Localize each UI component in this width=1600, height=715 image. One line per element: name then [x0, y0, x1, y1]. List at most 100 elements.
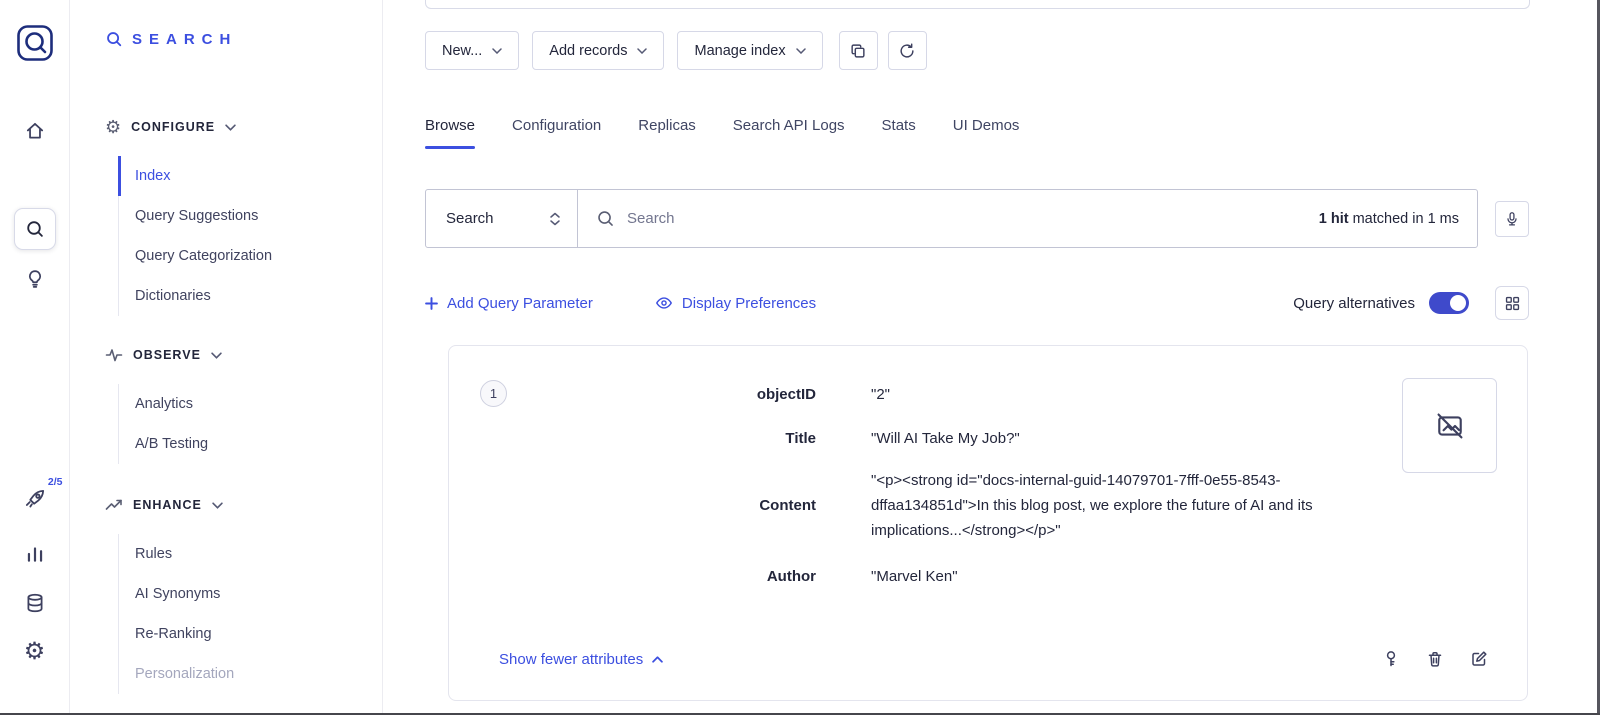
image-preview-placeholder	[1402, 378, 1497, 473]
field-value: "2"	[871, 382, 890, 407]
sidebar-item-re-ranking[interactable]: Re-Ranking	[118, 614, 382, 654]
tab-search-api-logs[interactable]: Search API Logs	[733, 101, 845, 149]
main-content: New... Add records Manage index Browse C	[383, 0, 1600, 715]
section-label: OBSERVE	[133, 348, 201, 362]
section-label: ENHANCE	[133, 498, 202, 512]
chevron-up-icon	[652, 656, 663, 663]
scrolled-panel-edge	[425, 0, 1530, 9]
observe-list: Analytics A/B Testing	[118, 384, 382, 464]
sidebar-item-personalization[interactable]: Personalization	[118, 654, 382, 694]
copy-index-button[interactable]	[839, 31, 878, 70]
query-alternatives-toggle[interactable]	[1429, 292, 1469, 314]
chevron-down-icon	[211, 352, 222, 359]
item-label: Rules	[135, 546, 172, 562]
record-field-author: Author "Marvel Ken"	[449, 564, 958, 589]
usage-badge: 2/5	[48, 476, 63, 488]
sidebar-item-ai-synonyms[interactable]: AI Synonyms	[118, 574, 382, 614]
tab-label: Configuration	[512, 117, 601, 134]
api-key-button[interactable]	[1381, 649, 1401, 669]
field-value: "Will AI Take My Job?"	[871, 426, 1020, 451]
chevron-down-icon	[492, 48, 502, 54]
search-app-brand: SEARCH	[105, 30, 237, 48]
hit-actions	[1381, 649, 1489, 669]
item-label: AI Synonyms	[135, 586, 220, 602]
hit-card: 1 objectID "2" Title "Will AI Take My Jo…	[448, 345, 1528, 701]
sidebar-item-ab-testing[interactable]: A/B Testing	[118, 424, 382, 464]
microphone-icon	[1504, 210, 1520, 228]
refresh-icon	[898, 42, 916, 60]
add-query-parameter-link[interactable]: Add Query Parameter	[425, 295, 593, 312]
search-nav-icon[interactable]	[14, 208, 56, 250]
eye-icon	[655, 294, 673, 312]
chevron-down-icon	[796, 48, 806, 54]
algolia-dashboard: { "colors": { "accent": "#3c4fe0", "togg…	[0, 0, 1600, 715]
section-observe[interactable]: OBSERVE	[105, 346, 222, 364]
item-label: Dictionaries	[135, 288, 211, 304]
home-icon[interactable]	[24, 120, 46, 142]
settings-gear-icon[interactable]: ⚙	[24, 640, 46, 664]
index-toolbar: New... Add records Manage index	[425, 31, 927, 70]
algolia-logo[interactable]	[16, 24, 54, 62]
tab-label: UI Demos	[953, 117, 1020, 134]
refresh-button[interactable]	[888, 31, 927, 70]
new-button[interactable]: New...	[425, 31, 519, 70]
edit-hit-button[interactable]	[1469, 649, 1489, 669]
chevron-down-icon	[212, 502, 223, 509]
search-mode-label: Search	[446, 210, 494, 227]
sidebar-item-index[interactable]: Index	[118, 156, 382, 196]
layout-grid-button[interactable]	[1495, 286, 1529, 320]
copy-icon	[849, 42, 867, 60]
tab-replicas[interactable]: Replicas	[638, 101, 696, 149]
sidebar-item-query-suggestions[interactable]: Query Suggestions	[118, 196, 382, 236]
show-fewer-attributes-link[interactable]: Show fewer attributes	[499, 651, 663, 668]
index-tabs: Browse Configuration Replicas Search API…	[425, 101, 1019, 149]
search-input[interactable]	[627, 210, 1319, 227]
key-icon	[1381, 649, 1401, 669]
tab-label: Replicas	[638, 117, 696, 134]
field-label: Content	[449, 497, 816, 514]
chevron-down-icon	[225, 124, 236, 131]
sidebar: SEARCH ⚙ CONFIGURE Index Query Suggestio…	[70, 0, 383, 715]
sort-arrows-icon	[549, 212, 561, 226]
tab-ui-demos[interactable]: UI Demos	[953, 101, 1020, 149]
field-label: objectID	[449, 386, 816, 403]
item-label: Query Categorization	[135, 248, 272, 264]
manage-index-button[interactable]: Manage index	[677, 31, 822, 70]
sidebar-item-query-categorization[interactable]: Query Categorization	[118, 236, 382, 276]
add-records-button[interactable]: Add records	[532, 31, 664, 70]
app-title: SEARCH	[132, 31, 237, 48]
tab-label: Stats	[882, 117, 916, 134]
section-label: CONFIGURE	[131, 120, 215, 134]
trending-up-icon	[105, 496, 123, 514]
item-label: A/B Testing	[135, 436, 208, 452]
field-value: "<p><strong id="docs-internal-guid-14079…	[871, 468, 1391, 543]
search-icon	[596, 209, 615, 228]
icon-rail: 2/5 ⚙	[0, 0, 70, 715]
data-database-icon[interactable]	[24, 592, 46, 614]
upgrade-rocket-icon[interactable]: 2/5	[23, 487, 47, 511]
add-query-parameter-label: Add Query Parameter	[447, 295, 593, 312]
record-field-title: Title "Will AI Take My Job?"	[449, 426, 1020, 451]
activity-pulse-icon	[105, 346, 123, 364]
show-fewer-label: Show fewer attributes	[499, 651, 643, 668]
display-preferences-link[interactable]: Display Preferences	[655, 294, 816, 312]
delete-hit-button[interactable]	[1425, 649, 1445, 669]
sidebar-item-rules[interactable]: Rules	[118, 534, 382, 574]
voice-search-button[interactable]	[1495, 201, 1529, 237]
field-value: "Marvel Ken"	[871, 564, 958, 589]
image-off-icon	[1435, 411, 1465, 441]
tab-browse[interactable]: Browse	[425, 101, 475, 149]
recommend-lightbulb-icon[interactable]	[24, 268, 46, 290]
analytics-bars-icon[interactable]	[24, 543, 46, 565]
search-mode-selector[interactable]: Search	[426, 190, 578, 247]
grid-icon	[1504, 295, 1521, 312]
toggle-knob	[1450, 295, 1466, 311]
edit-pencil-icon	[1469, 649, 1489, 669]
record-field-objectid: objectID "2"	[449, 382, 890, 407]
tab-configuration[interactable]: Configuration	[512, 101, 601, 149]
tab-stats[interactable]: Stats	[882, 101, 916, 149]
section-configure[interactable]: ⚙ CONFIGURE	[105, 118, 236, 136]
section-enhance[interactable]: ENHANCE	[105, 496, 223, 514]
sidebar-item-analytics[interactable]: Analytics	[118, 384, 382, 424]
sidebar-item-dictionaries[interactable]: Dictionaries	[118, 276, 382, 316]
